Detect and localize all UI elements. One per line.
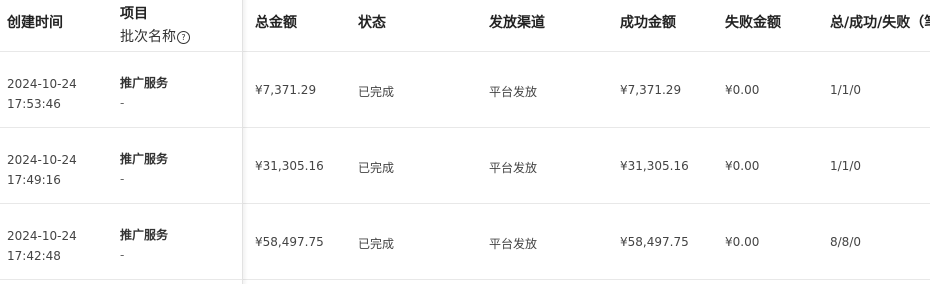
channel-text: 平台发放 — [489, 237, 538, 251]
project-name: 推广服务 — [120, 228, 169, 242]
project-name: 推广服务 — [120, 152, 169, 166]
fail-amount: ¥0.00 — [725, 159, 760, 173]
batch-name: - — [120, 172, 125, 186]
header-project-label: 项目 — [120, 6, 148, 22]
created-date: 2024-10-24 — [7, 77, 77, 91]
header-success-amount: 成功金额 — [620, 15, 676, 31]
header-channel: 发放渠道 — [489, 15, 545, 31]
project-name: 推广服务 — [120, 76, 169, 90]
status-text: 已完成 — [358, 161, 395, 175]
created-time: 17:49:16 — [7, 173, 61, 187]
created-time-cell: 2024-10-24 17:53:46 — [7, 74, 77, 114]
total-amount: ¥58,497.75 — [255, 235, 324, 249]
question-icon[interactable]: ? — [177, 31, 190, 44]
project-cell: 推广服务 - — [120, 73, 168, 113]
total-amount: ¥31,305.16 — [255, 159, 324, 173]
header-fail-amount: 失败金额 — [725, 15, 781, 31]
header-batch-name-label: 批次名称 — [120, 29, 176, 45]
created-date: 2024-10-24 — [7, 153, 77, 167]
table-row[interactable]: 2024-10-24 17:49:16 推广服务 - ¥31,305.16 已完… — [0, 128, 930, 204]
fixed-column-shadow — [242, 0, 248, 284]
header-created-time: 创建时间 — [7, 15, 63, 31]
table-row[interactable]: 2024-10-24 17:53:46 推广服务 - ¥7,371.29 已完成… — [0, 52, 930, 128]
created-date: 2024-10-24 — [7, 229, 77, 243]
created-time: 17:42:48 — [7, 249, 61, 263]
batch-name: - — [120, 248, 125, 262]
table-header: 创建时间 项目 批次名称? 总金额 状态 发放渠道 成功金额 失败金额 总/成功… — [0, 0, 930, 52]
fail-amount: ¥0.00 — [725, 83, 760, 97]
fail-amount: ¥0.00 — [725, 235, 760, 249]
header-total-amount: 总金额 — [255, 15, 297, 31]
batch-name: - — [120, 96, 125, 110]
status-text: 已完成 — [358, 85, 395, 99]
success-amount: ¥58,497.75 — [620, 235, 689, 249]
created-time: 17:53:46 — [7, 97, 61, 111]
created-time-cell: 2024-10-24 17:49:16 — [7, 150, 77, 190]
table-row[interactable]: 2024-10-24 17:42:48 推广服务 - ¥58,497.75 已完… — [0, 204, 930, 280]
header-batch-name: 批次名称? — [120, 26, 190, 46]
status-text: 已完成 — [358, 237, 395, 251]
project-cell: 推广服务 - — [120, 225, 168, 265]
counts-text: 8/8/0 — [830, 235, 861, 249]
success-amount: ¥31,305.16 — [620, 159, 689, 173]
counts-text: 1/1/0 — [830, 159, 861, 173]
project-cell: 推广服务 - — [120, 149, 168, 189]
header-status: 状态 — [358, 15, 386, 31]
header-counts: 总/成功/失败（笔 — [830, 15, 930, 31]
channel-text: 平台发放 — [489, 161, 538, 175]
total-amount: ¥7,371.29 — [255, 83, 317, 97]
created-time-cell: 2024-10-24 17:42:48 — [7, 226, 77, 266]
header-project: 项目 批次名称? — [120, 3, 190, 46]
payout-batch-table: 创建时间 项目 批次名称? 总金额 状态 发放渠道 成功金额 失败金额 总/成功… — [0, 0, 930, 284]
counts-text: 1/1/0 — [830, 83, 861, 97]
channel-text: 平台发放 — [489, 85, 538, 99]
success-amount: ¥7,371.29 — [620, 83, 682, 97]
